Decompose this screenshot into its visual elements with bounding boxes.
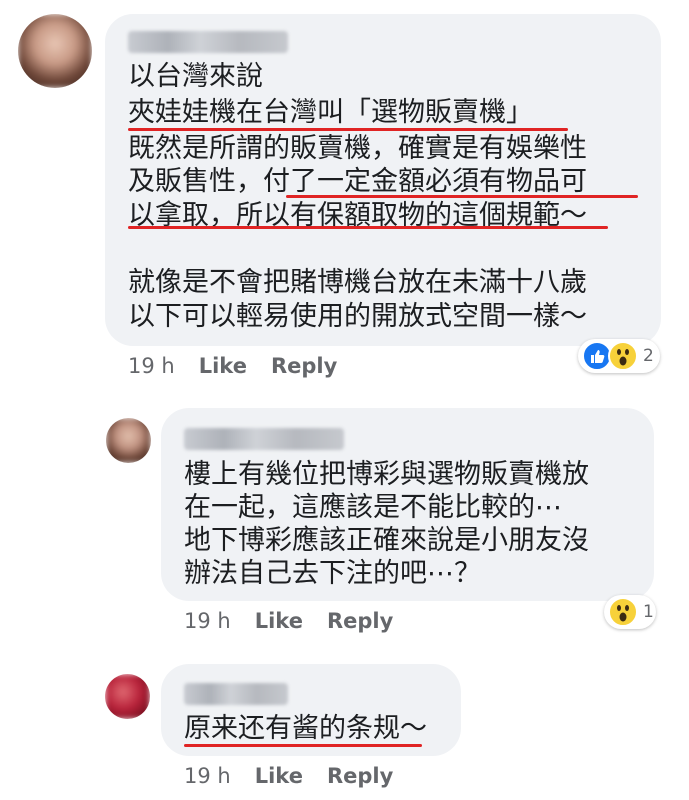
- comment-text-line: 及販售性，付了一定金額必須有物品可: [128, 166, 587, 197]
- like-button[interactable]: Like: [199, 354, 247, 378]
- like-button[interactable]: Like: [255, 764, 303, 788]
- reaction-summary[interactable]: 1: [604, 595, 656, 629]
- comment-text-line: 既然是所謂的販賣機，確實是有娛樂性: [128, 133, 587, 164]
- comment-text-line: 原来还有酱的条规～: [184, 713, 427, 744]
- comment-text-line: 就像是不會把賭博機台放在未滿十八歲: [128, 267, 587, 298]
- comment-text-line: 辦法自己去下注的吧⋯？: [184, 558, 481, 589]
- author-name-blurred[interactable]: [128, 31, 288, 53]
- avatar[interactable]: [18, 14, 92, 88]
- reaction-count: 2: [643, 346, 654, 366]
- comment-meta: 19 h Like Reply: [184, 609, 393, 633]
- reply-button[interactable]: Reply: [327, 764, 393, 788]
- comment-time[interactable]: 19 h: [184, 764, 231, 788]
- red-underline: [286, 195, 638, 198]
- author-name-blurred[interactable]: [184, 428, 344, 450]
- red-underline: [184, 744, 422, 747]
- comment-meta: 19 h Like Reply: [128, 354, 337, 378]
- reply-button[interactable]: Reply: [327, 609, 393, 633]
- avatar[interactable]: [106, 418, 151, 463]
- avatar[interactable]: [105, 674, 150, 719]
- comment-time[interactable]: 19 h: [128, 354, 175, 378]
- reaction-count: 1: [643, 602, 654, 622]
- comment-text-line: 樓上有幾位把博彩與選物販賣機放: [184, 459, 589, 490]
- comment-text-line: 夾娃娃機在台灣叫「選物販賣機」: [128, 97, 533, 128]
- reply-button[interactable]: Reply: [271, 354, 337, 378]
- reaction-summary[interactable]: 2: [578, 339, 660, 373]
- comment-time[interactable]: 19 h: [184, 609, 231, 633]
- red-underline: [128, 128, 568, 131]
- comment-meta: 19 h Like Reply: [184, 764, 393, 788]
- author-name-blurred[interactable]: [184, 683, 288, 705]
- wow-icon: [608, 597, 638, 627]
- comment-text-line: 在一起，這應該是不能比較的⋯: [184, 492, 562, 523]
- wow-icon: [608, 341, 638, 371]
- red-underline: [128, 226, 608, 229]
- comment-text-line: 以下可以輕易使用的開放式空間一樣～: [128, 301, 587, 332]
- like-button[interactable]: Like: [255, 609, 303, 633]
- comment-text-line: 以台灣來說: [128, 61, 263, 92]
- comment-text-line: 地下博彩應該正確來說是小朋友沒: [184, 525, 589, 556]
